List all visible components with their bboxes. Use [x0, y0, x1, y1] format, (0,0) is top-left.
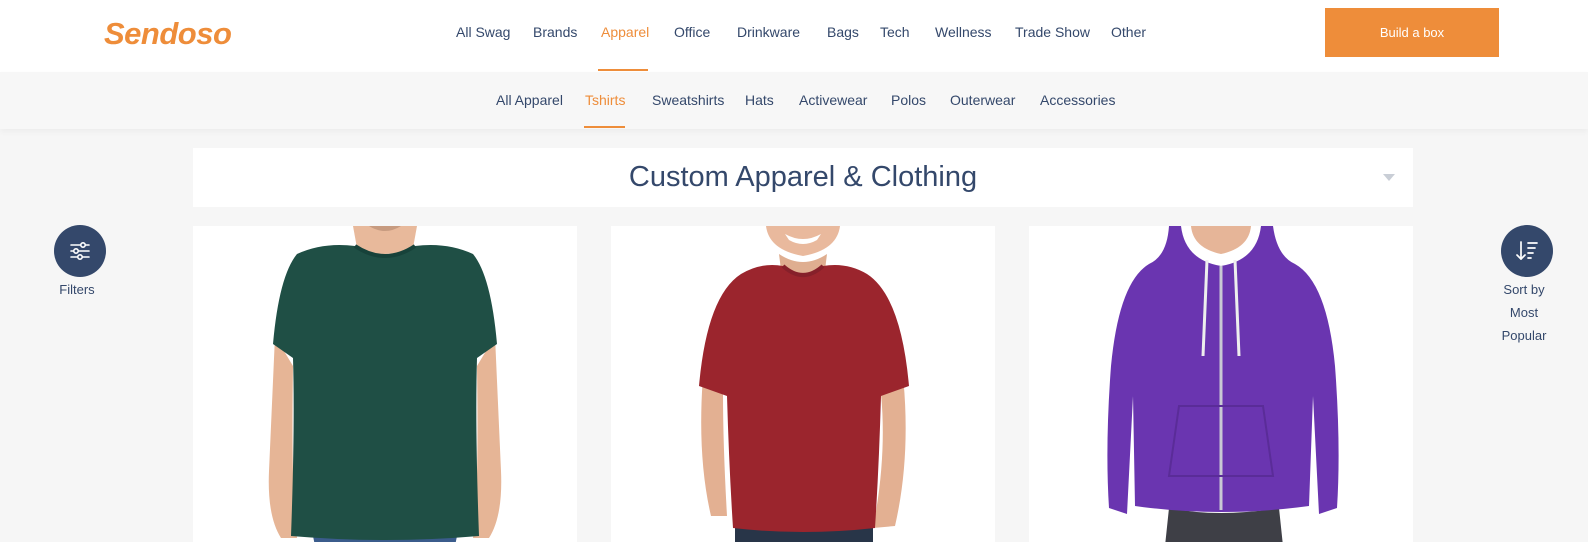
product-card[interactable]	[611, 226, 995, 542]
subnav-polos[interactable]: Polos	[891, 92, 926, 108]
nav-all-swag[interactable]: All Swag	[456, 24, 510, 40]
top-navigation-bar: Sendoso All Swag Brands Apparel Office D…	[0, 0, 1588, 72]
filters-label[interactable]: Filters	[44, 278, 110, 301]
nav-apparel[interactable]: Apparel	[601, 24, 649, 40]
nav-drinkware[interactable]: Drinkware	[737, 24, 800, 40]
subnav-all-apparel[interactable]: All Apparel	[496, 92, 563, 108]
subnav-outerwear[interactable]: Outerwear	[950, 92, 1015, 108]
nav-tech[interactable]: Tech	[880, 24, 910, 40]
nav-brands[interactable]: Brands	[533, 24, 577, 40]
nav-wellness[interactable]: Wellness	[935, 24, 992, 40]
sliders-icon	[70, 241, 90, 261]
chevron-down-icon[interactable]	[1383, 174, 1395, 181]
sendoso-logo[interactable]: Sendoso	[104, 16, 232, 52]
subnav-activewear[interactable]: Activewear	[799, 92, 867, 108]
product-card[interactable]	[193, 226, 577, 542]
sort-button[interactable]	[1501, 225, 1553, 277]
category-header[interactable]: Custom Apparel & Clothing	[193, 148, 1413, 207]
page-title: Custom Apparel & Clothing	[628, 161, 978, 193]
red-tshirt-image	[611, 226, 995, 542]
apparel-sub-nav: All Apparel Tshirts Sweatshirts Hats Act…	[0, 72, 1588, 129]
subnav-sweatshirts[interactable]: Sweatshirts	[652, 92, 724, 108]
subnav-accessories[interactable]: Accessories	[1040, 92, 1115, 108]
product-card[interactable]	[1029, 226, 1413, 542]
nav-other[interactable]: Other	[1111, 24, 1146, 40]
nav-office[interactable]: Office	[674, 24, 710, 40]
sort-label-line3: Popular	[1501, 328, 1547, 343]
sort-descending-icon	[1516, 241, 1538, 260]
nav-bags[interactable]: Bags	[827, 24, 859, 40]
subnav-tshirts[interactable]: Tshirts	[585, 92, 625, 108]
build-a-box-button[interactable]: Build a box	[1325, 8, 1499, 57]
filters-button[interactable]	[54, 225, 106, 277]
green-tshirt-image	[193, 226, 577, 542]
subnav-hats[interactable]: Hats	[745, 92, 774, 108]
purple-hoodie-image	[1029, 226, 1413, 542]
nav-active-indicator	[598, 69, 648, 71]
nav-trade-show[interactable]: Trade Show	[1015, 24, 1090, 40]
subnav-active-indicator	[584, 126, 625, 128]
sort-label-line1: Sort by	[1503, 282, 1545, 297]
sort-label-line2: Most	[1509, 305, 1539, 320]
